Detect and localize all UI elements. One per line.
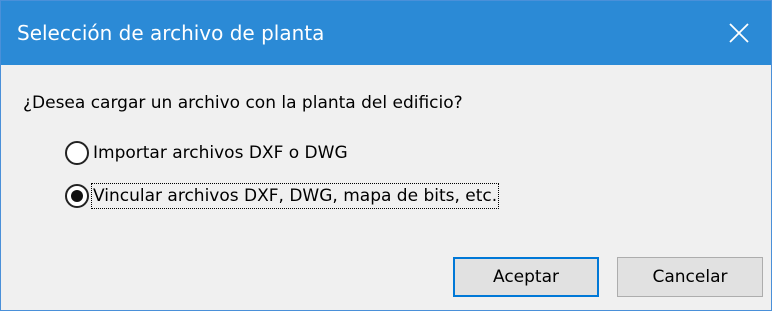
window-title: Selección de archivo de planta [17, 21, 325, 45]
title-bar: Selección de archivo de planta [1, 1, 771, 65]
radio-option-import[interactable]: Importar archivos DXF o DWG [65, 139, 348, 167]
radio-label-link[interactable]: Vincular archivos DXF, DWG, mapa de bits… [90, 183, 500, 209]
accept-button[interactable]: Aceptar [453, 257, 599, 297]
cancel-button[interactable]: Cancelar [617, 257, 763, 297]
close-button[interactable] [707, 1, 771, 65]
question-text: ¿Desea cargar un archivo con la planta d… [23, 93, 463, 113]
radio-button-selected[interactable] [65, 184, 89, 208]
dialog-window: Selección de archivo de planta ¿Desea ca… [0, 0, 772, 311]
radio-selected-dot [71, 190, 83, 202]
radio-button-unselected[interactable] [65, 141, 89, 165]
radio-label-import[interactable]: Importar archivos DXF o DWG [93, 142, 348, 164]
close-icon [729, 23, 749, 43]
radio-option-link[interactable]: Vincular archivos DXF, DWG, mapa de bits… [65, 182, 500, 210]
